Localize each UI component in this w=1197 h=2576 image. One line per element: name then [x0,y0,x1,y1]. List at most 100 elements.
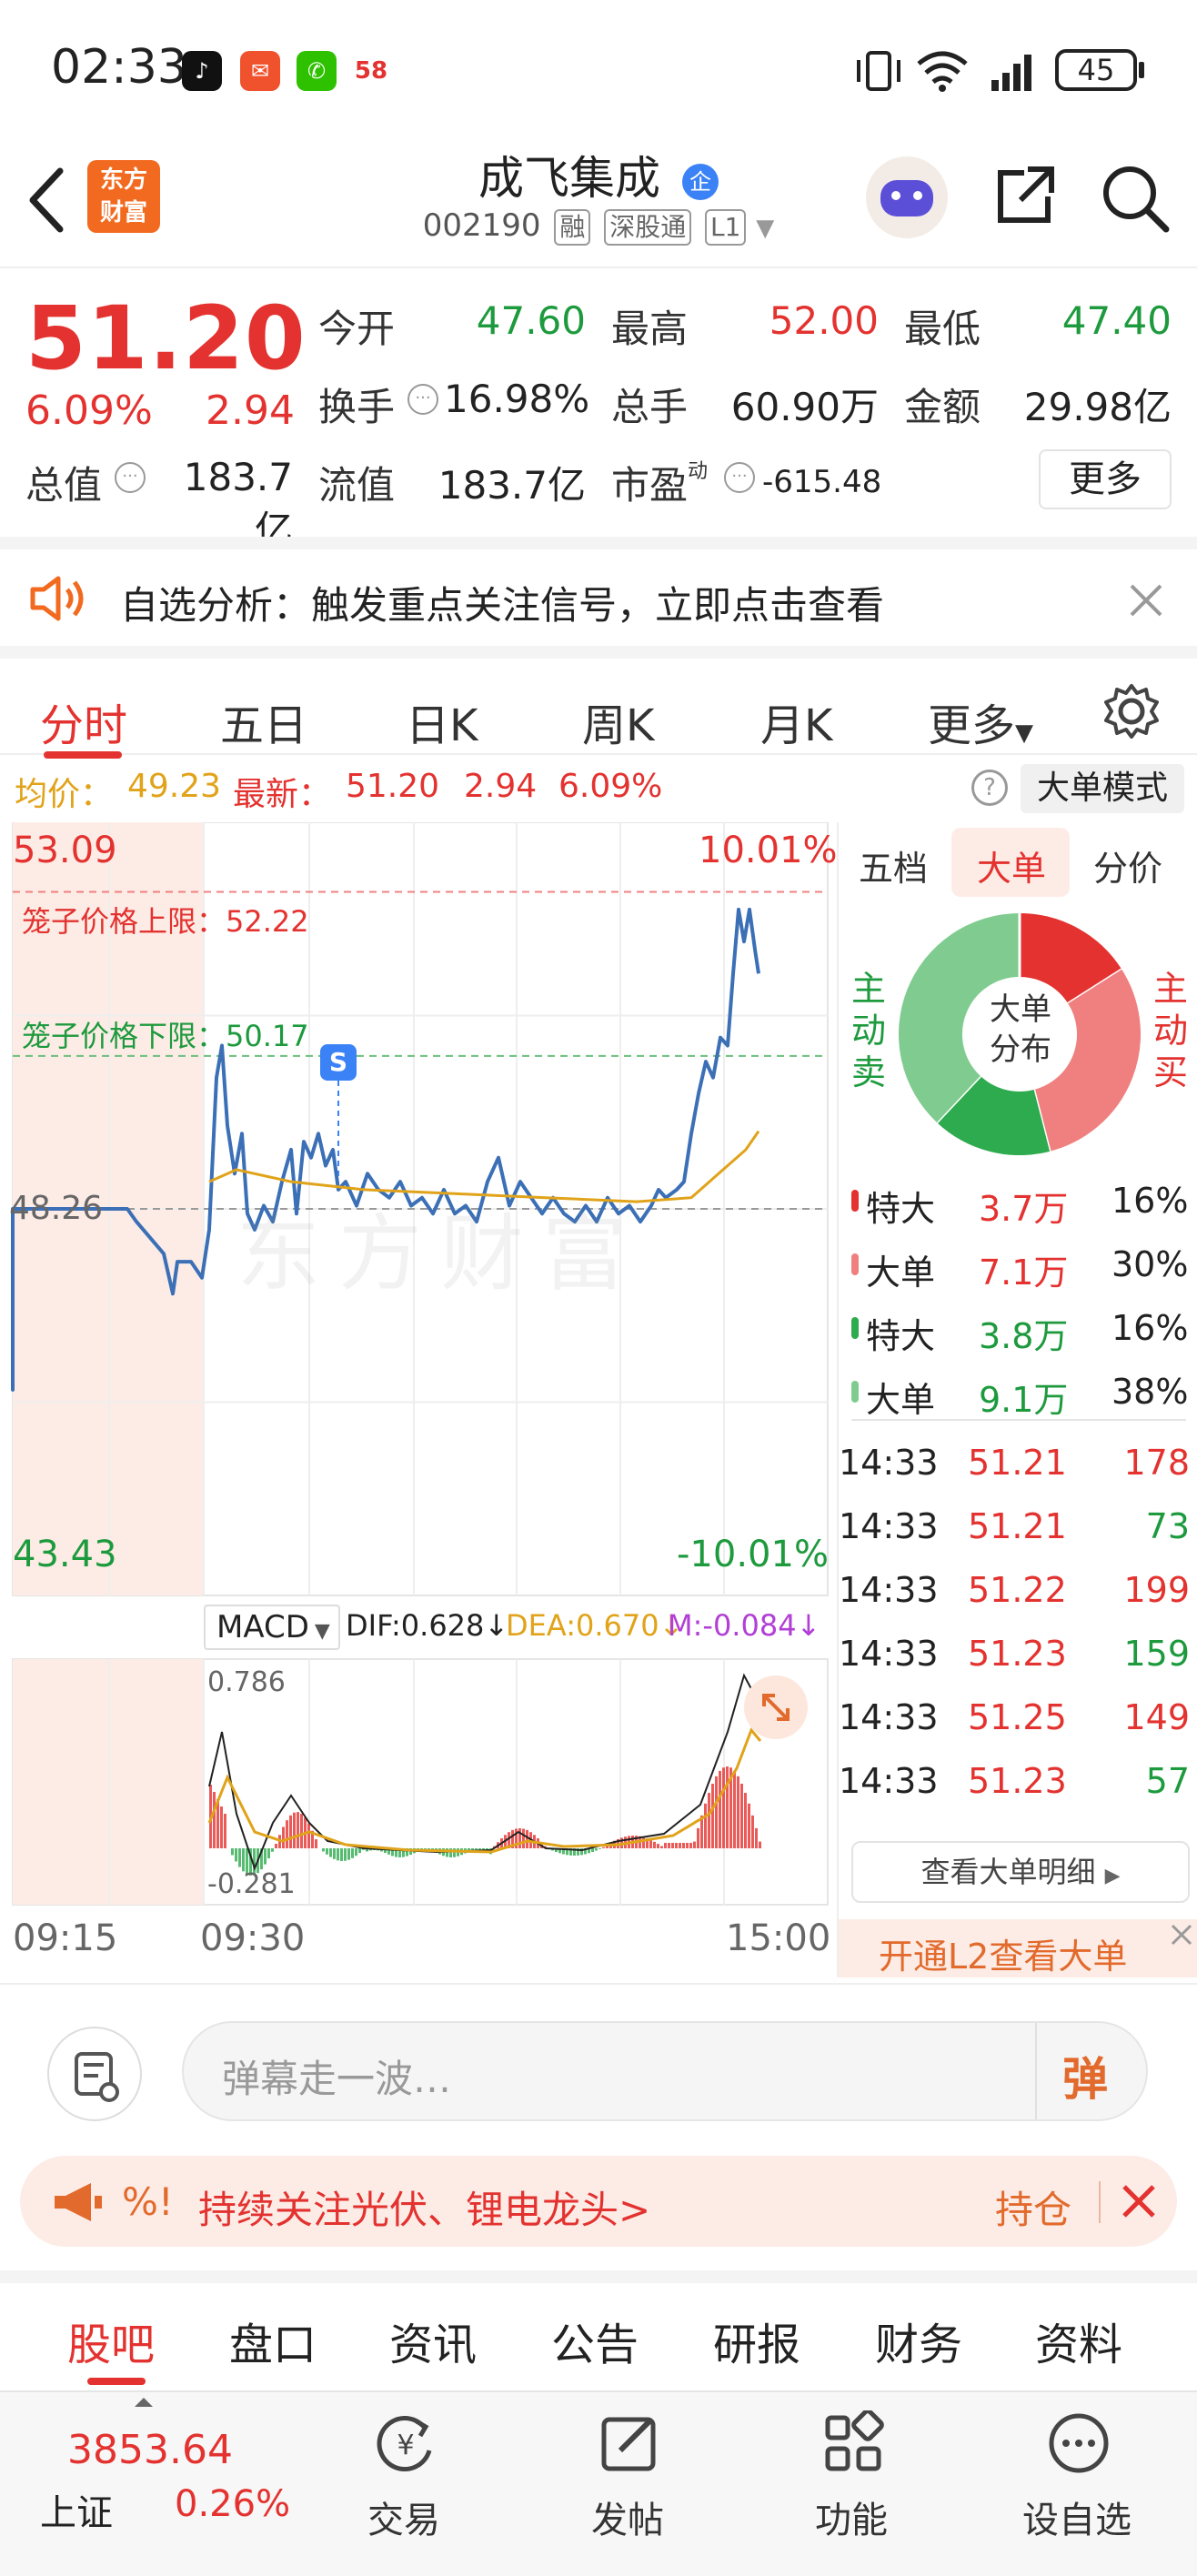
close-icon[interactable] [1170,1923,1193,1947]
sell-char-2: 动 [851,1011,887,1051]
battery-icon: 45 [1055,49,1137,91]
macd-histogram-bar [351,1848,354,1858]
macd-histogram-bar [704,1803,707,1848]
current-price: 51.20 [25,287,307,389]
tab-monthly-k[interactable]: 月K [760,689,832,753]
tab-forum[interactable]: 股吧 [67,2309,155,2372]
trade-time: 14:33 [839,1697,939,1737]
s-marker[interactable]: S [320,1044,357,1081]
tab-five-day[interactable]: 五日 [220,689,307,753]
tab-big-order[interactable]: 大单 [977,840,1046,891]
dist-label: 大单 [866,1380,936,1420]
watermark: 东方财富 [236,1205,645,1303]
pe-dynamic-sup: 动 [688,460,709,483]
macd-histogram-bar [598,1848,601,1849]
content-tabs: 股吧 盘口 资讯 公告 研报 财务 资料 [0,2270,1197,2385]
avg-label: 均价： [15,776,114,813]
trade-price: 51.21 [968,1443,1067,1483]
help-icon[interactable]: ? [971,770,1008,806]
buy-char-1: 主 [1153,969,1189,1009]
change-percent: 6.09% [25,387,153,434]
trade-volume: 159 [1123,1634,1190,1674]
promo-banner[interactable]: %! 持续关注光伏、锂电龙头> 持仓 [20,2156,1177,2247]
yuan-cycle-icon: ¥ [377,2416,432,2471]
position-button[interactable]: 持仓 [995,2179,1071,2235]
macd-histogram-bar [347,1848,350,1860]
low-label: 最低 [904,307,981,351]
promo-text: 持续关注光伏、锂电龙头> [198,2188,651,2232]
wechat-icon: ✆ [297,51,337,91]
tab-intraday[interactable]: 分时 [40,689,127,753]
nav-trade-label: 交易 [367,2500,440,2541]
macd-min-label: -0.281 [207,1868,296,1900]
volume-value: 60.90万 [730,385,879,429]
status-time: 02:33 [51,40,187,95]
tag-connect: 深股通 [604,208,692,246]
info-dots-icon[interactable]: ··· [115,462,146,493]
tab-five-levels[interactable]: 五档 [859,840,928,891]
tab-announcements[interactable]: 公告 [551,2309,639,2372]
stock-header: 东方 财富 成飞集成 企 002190 融 深股通 L1 ▼ [0,136,1197,268]
macd-selector[interactable]: MACD ▼ [204,1605,340,1650]
stock-name: 成飞集成 [478,152,661,205]
donut-slice [1018,913,1122,1005]
share-icon[interactable] [988,160,1061,233]
macd-histogram-bar [293,1812,296,1848]
trade-price: 51.23 [968,1634,1067,1674]
macd-histogram-bar [282,1826,285,1848]
tab-news[interactable]: 资讯 [389,2309,477,2372]
low-value: 47.40 [1061,298,1172,343]
big-order-mode-button[interactable]: 大单模式 [1021,764,1184,813]
tab-order-book[interactable]: 盘口 [229,2309,317,2372]
comment-settings-button[interactable] [47,2027,142,2121]
donut-center-label: 大单 分布 [977,990,1064,1070]
tab-research[interactable]: 研报 [713,2309,800,2372]
info-dots-icon[interactable]: ··· [407,384,438,415]
macd-histogram-bar [595,1848,598,1851]
macd-histogram-bar [289,1815,292,1848]
megaphone-icon [55,2183,102,2221]
vibrate-icon [857,51,900,91]
danmu-input[interactable]: 弹幕走一波… 弹 [182,2021,1148,2121]
close-icon[interactable] [1128,582,1164,619]
toutiao-icon: ✉ [240,51,280,91]
tab-financials[interactable]: 财务 [875,2309,962,2372]
macd-histogram-bar [231,1848,234,1856]
tab-daily-k[interactable]: 日K [406,689,478,753]
tab-price-dist[interactable]: 分价 [1093,840,1162,891]
macd-histogram-bar [220,1806,223,1848]
divider [1099,2181,1101,2223]
macd-histogram-bar [337,1848,339,1861]
danmu-send-button[interactable]: 弹 [1062,2043,1108,2108]
table-row: 14:33 51.25 149 [839,1685,1197,1748]
big-order-panel: 五档 大单 分价 大单 分布 主 动 卖 主 动 买 特大 3.7万 16% 大… [837,822,1197,1977]
search-icon[interactable] [1097,160,1173,236]
tab-more[interactable]: 更多▼ [928,689,1033,753]
macd-histogram-bar [267,1848,270,1859]
more-button[interactable]: 更多 [1039,449,1172,509]
assistant-avatar[interactable] [866,156,948,238]
macd-histogram-bar [329,1848,332,1857]
sell-char-3: 卖 [851,1052,887,1092]
trade-volume: 178 [1123,1443,1190,1483]
macd-histogram-bar [748,1803,750,1848]
latest-change: 2.94 [464,768,538,805]
macd-histogram-bar [649,1839,652,1848]
tab-profile[interactable]: 资料 [1035,2309,1122,2372]
notice-bar[interactable]: 自选分析：触发重点关注信号，立即点击查看 [0,537,1197,646]
info-dots-icon[interactable]: ··· [724,462,755,493]
tab-weekly-k[interactable]: 周K [582,689,654,753]
dist-pct: 16% [1112,1181,1189,1221]
macd-histogram-bar [224,1814,226,1848]
prev-close-label: 48.26 [9,1190,104,1227]
index-ticker[interactable]: 3853.64 上证 0.26% [0,2392,291,2576]
close-icon[interactable] [1121,2183,1157,2219]
big-order-detail-button[interactable]: 查看大单明细 ▶ [851,1841,1190,1903]
l2-banner[interactable]: 开通L2查看大单 [839,1919,1197,1977]
chevron-down-icon: ▼ [756,215,775,242]
expand-chart-icon[interactable] [744,1675,808,1739]
macd-histogram-bar [682,1843,685,1848]
settings-gear-icon[interactable] [1102,682,1161,740]
intraday-chart[interactable]: 53.09 10.01% 43.43 -10.01% 48.26 笼子价格上限：… [0,821,838,1977]
macd-histogram-bar [675,1843,678,1848]
